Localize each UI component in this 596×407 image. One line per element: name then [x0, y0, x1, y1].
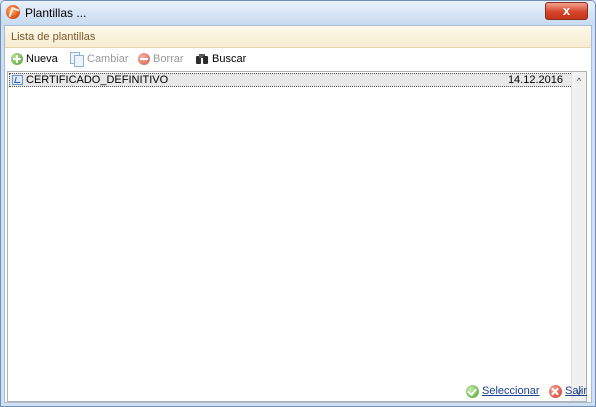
salir-button[interactable]: Salir — [549, 383, 587, 399]
nueva-button[interactable]: Nueva — [11, 51, 58, 67]
title-bar[interactable]: Plantillas ... x — [1, 1, 595, 25]
documents-icon — [70, 52, 84, 67]
footer: Seleccionar Salir — [5, 380, 591, 402]
close-button[interactable]: x — [545, 2, 588, 20]
list-item[interactable]: CERTIFICADO_DEFINITIVO 14.12.2016 — [9, 73, 573, 87]
check-icon — [466, 384, 479, 398]
app-logo-icon — [6, 5, 20, 19]
scroll-up-icon[interactable]: ^ — [572, 74, 586, 88]
vertical-scrollbar[interactable]: ^ v — [571, 72, 586, 401]
plantillas-window: Plantillas ... x Lista de plantillas Nue… — [0, 0, 596, 407]
close-icon: x — [562, 3, 571, 18]
seleccionar-button[interactable]: Seleccionar — [466, 383, 539, 399]
group-header: Lista de plantillas — [5, 26, 591, 48]
buscar-button[interactable]: Buscar — [195, 51, 246, 67]
borrar-label: Borrar — [153, 53, 184, 65]
salir-label: Salir — [565, 385, 588, 397]
toolbar: Nueva Cambiar Borrar Buscar — [5, 48, 591, 70]
binoculars-icon — [195, 53, 209, 65]
minus-icon — [138, 53, 150, 65]
group-header-label: Lista de plantillas — [11, 31, 96, 43]
cambiar-button[interactable]: Cambiar — [70, 51, 129, 67]
word-document-icon — [12, 75, 23, 85]
cancel-icon — [549, 384, 562, 398]
main-panel: Lista de plantillas Nueva Cambiar Borrar… — [4, 25, 592, 403]
cambiar-label: Cambiar — [87, 53, 129, 65]
nueva-label: Nueva — [26, 53, 58, 65]
borrar-button[interactable]: Borrar — [138, 51, 184, 67]
window-title: Plantillas ... — [25, 6, 87, 20]
seleccionar-label: Seleccionar — [482, 385, 540, 397]
templates-list[interactable]: CERTIFICADO_DEFINITIVO 14.12.2016 ^ v — [7, 71, 587, 402]
buscar-label: Buscar — [212, 53, 247, 65]
template-name: CERTIFICADO_DEFINITIVO — [26, 74, 169, 86]
template-date: 14.12.2016 — [507, 74, 563, 86]
plus-icon — [11, 53, 23, 65]
